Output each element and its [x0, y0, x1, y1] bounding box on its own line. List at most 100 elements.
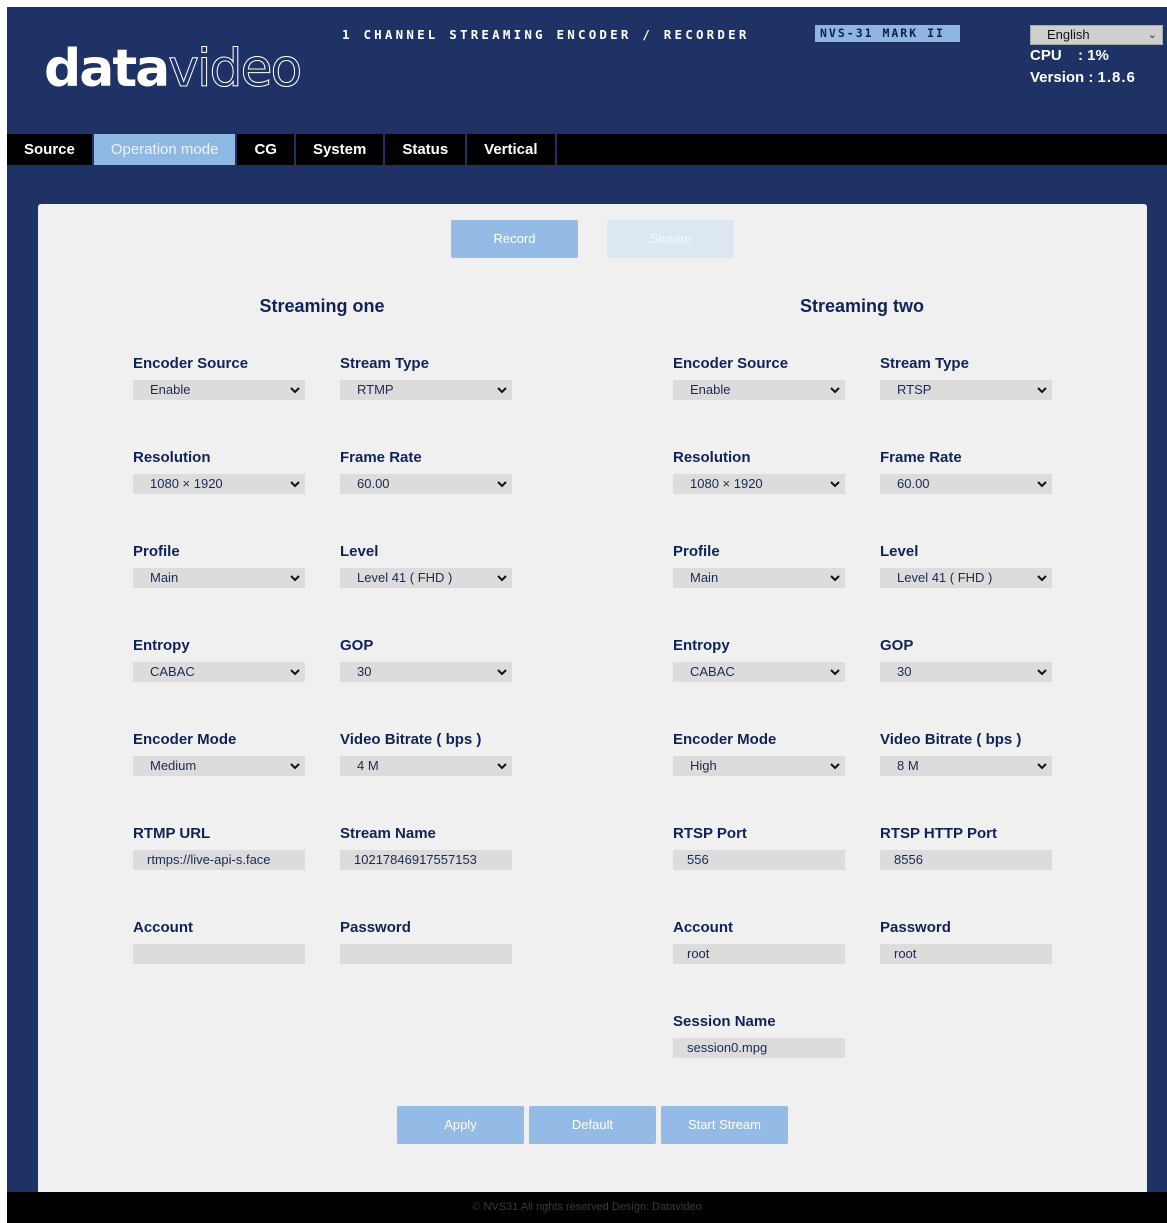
s2-account-input[interactable]: root — [673, 944, 845, 964]
field-label: Session Name — [673, 1013, 776, 1030]
settings-panel: Record Stream Streaming one Streaming tw… — [38, 204, 1147, 1204]
field-label: Password — [340, 919, 411, 936]
s2-password-input[interactable]: root — [880, 944, 1052, 964]
s1-stream-name-field: Stream Name 10217846917557153 — [340, 824, 512, 870]
header: datavideo 1 CHANNEL STREAMING ENCODER / … — [7, 7, 1167, 134]
chevron-down-icon — [497, 667, 507, 677]
s2-gop-field: GOP 30 — [880, 636, 1052, 682]
select-value: 30 — [357, 664, 372, 679]
s2-entropy-select[interactable]: CABAC — [673, 662, 845, 682]
chevron-down-icon — [830, 479, 840, 489]
s1-stream-type-select[interactable]: RTMP — [340, 380, 512, 400]
s2-rtsp-port-input[interactable]: 556 — [673, 850, 845, 870]
field-label: Resolution — [673, 449, 751, 466]
chevron-down-icon — [290, 573, 300, 583]
s2-profile-select[interactable]: Main — [673, 568, 845, 588]
nav-tabs: Source Operation mode CG System Status V… — [7, 134, 557, 165]
s2-rtsp-http-port-input[interactable]: 8556 — [880, 850, 1052, 870]
tab-system[interactable]: System — [295, 134, 384, 165]
field-label: Video Bitrate ( bps ) — [340, 731, 482, 748]
s1-video-bitrate-select[interactable]: 4 M — [340, 756, 512, 776]
language-value: English — [1047, 27, 1090, 42]
s1-gop-select[interactable]: 30 — [340, 662, 512, 682]
s1-frame-rate-field: Frame Rate 60.00 — [340, 448, 512, 494]
s2-video-bitrate-select[interactable]: 8 M — [880, 756, 1052, 776]
chevron-down-icon — [1037, 385, 1047, 395]
s1-entropy-select[interactable]: CABAC — [133, 662, 305, 682]
tab-status[interactable]: Status — [385, 134, 466, 165]
tab-source[interactable]: Source — [7, 134, 92, 165]
s2-profile-field: Profile Main — [673, 542, 845, 588]
s2-stream-type-field: Stream Type RTSP — [880, 354, 1052, 400]
s1-account-input[interactable] — [133, 944, 305, 964]
language-select[interactable]: English ⌄ — [1030, 25, 1163, 45]
s2-gop-select[interactable]: 30 — [880, 662, 1052, 682]
s2-session-name-input[interactable]: session0.mpg — [673, 1038, 845, 1058]
stream-mode-button[interactable]: Stream — [607, 220, 734, 258]
s1-encoder-source-field: Encoder Source Enable — [133, 354, 305, 400]
record-mode-button[interactable]: Record — [451, 220, 578, 258]
chevron-down-icon — [1037, 573, 1047, 583]
chevron-down-icon — [830, 761, 840, 771]
s2-stream-type-select[interactable]: RTSP — [880, 380, 1052, 400]
model-badge: NVS-31 MARK II — [815, 25, 960, 42]
s2-resolution-select[interactable]: 1080 × 1920 — [673, 474, 845, 494]
field-label: Video Bitrate ( bps ) — [880, 731, 1022, 748]
tab-cg[interactable]: CG — [237, 134, 294, 165]
default-button[interactable]: Default — [529, 1106, 656, 1144]
s1-password-input[interactable] — [340, 944, 512, 964]
chevron-down-icon: ⌄ — [1147, 29, 1157, 41]
field-label: Encoder Source — [673, 355, 789, 372]
chevron-down-icon — [497, 385, 507, 395]
s1-resolution-field: Resolution 1080 × 1920 — [133, 448, 305, 494]
s1-stream-type-field: Stream Type RTMP — [340, 354, 512, 400]
s2-frame-rate-select[interactable]: 60.00 — [880, 474, 1052, 494]
select-value: CABAC — [690, 664, 735, 679]
s2-password-field: Password root — [880, 918, 1052, 964]
tab-vertical[interactable]: Vertical — [467, 134, 555, 165]
start-stream-button[interactable]: Start Stream — [661, 1106, 788, 1144]
field-label: GOP — [340, 637, 374, 654]
select-value: 60.00 — [897, 476, 930, 491]
s1-profile-select[interactable]: Main — [133, 568, 305, 588]
s2-level-select[interactable]: Level 41 ( FHD ) — [880, 568, 1052, 588]
tab-operation-mode[interactable]: Operation mode — [93, 134, 236, 165]
product-title: 1 CHANNEL STREAMING ENCODER / RECORDER — [342, 27, 750, 42]
field-label: Stream Type — [340, 355, 429, 372]
s1-level-select[interactable]: Level 41 ( FHD ) — [340, 568, 512, 588]
s1-rtmp-url-input[interactable]: rtmps://live-api-s.face — [133, 850, 305, 870]
s2-entropy-field: Entropy CABAC — [673, 636, 845, 682]
datavideo-logo: datavideo — [44, 29, 303, 109]
chevron-down-icon — [1037, 667, 1047, 677]
field-label: Entropy — [673, 637, 730, 654]
select-value: RTMP — [357, 382, 394, 397]
chevron-down-icon — [290, 667, 300, 677]
s1-stream-name-input[interactable]: 10217846917557153 — [340, 850, 512, 870]
chevron-down-icon — [830, 667, 840, 677]
s1-level-field: Level Level 41 ( FHD ) — [340, 542, 512, 588]
main-nav: Source Operation mode CG System Status V… — [7, 134, 1167, 165]
select-value: Enable — [690, 382, 731, 397]
field-label: Profile — [133, 543, 180, 560]
footer-copyright: © NVS31 All rights reserved Design: Data… — [7, 1192, 1167, 1223]
s1-encoder-source-select[interactable]: Enable — [133, 380, 305, 400]
chevron-down-icon — [1037, 479, 1047, 489]
s1-account-field: Account — [133, 918, 305, 964]
apply-button[interactable]: Apply — [397, 1106, 524, 1144]
s2-encoder-source-select[interactable]: Enable — [673, 380, 845, 400]
s1-resolution-select[interactable]: 1080 × 1920 — [133, 474, 305, 494]
s1-frame-rate-select[interactable]: 60.00 — [340, 474, 512, 494]
field-label: Account — [133, 919, 193, 936]
app-frame: datavideo 1 CHANNEL STREAMING ENCODER / … — [7, 7, 1167, 1223]
s2-encoder-mode-select[interactable]: High — [673, 756, 845, 776]
field-label: Encoder Source — [133, 355, 249, 372]
logo-text-bold: data — [44, 39, 170, 99]
s1-encoder-mode-select[interactable]: Medium — [133, 756, 305, 776]
field-label: Encoder Mode — [133, 731, 237, 748]
s2-encoder-mode-field: Encoder Mode High — [673, 730, 845, 776]
field-label: Password — [880, 919, 951, 936]
s1-entropy-field: Entropy CABAC — [133, 636, 305, 682]
field-label: Level — [880, 543, 919, 560]
field-label: Stream Type — [880, 355, 969, 372]
field-label: Encoder Mode — [673, 731, 777, 748]
